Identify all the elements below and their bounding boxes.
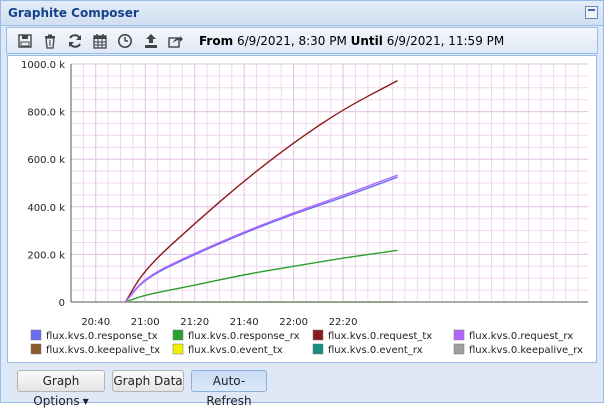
trash-icon[interactable] <box>42 33 58 49</box>
auto-refresh-button[interactable]: Auto-Refresh <box>191 370 267 408</box>
line-chart: 0 200.0 k 400.0 k 600.0 k 800.0 k 1000.0 k 20:… <box>21 60 588 356</box>
from-value[interactable]: 6/9/2021, 8:30 PM <box>237 34 347 48</box>
minimize-icon[interactable] <box>585 6 598 19</box>
window-title: Graphite Composer <box>8 6 139 20</box>
share-icon[interactable] <box>167 33 183 49</box>
calendar-icon[interactable] <box>92 33 108 49</box>
until-value[interactable]: 6/9/2021, 11:59 PM <box>387 34 505 48</box>
save-icon[interactable] <box>17 33 33 49</box>
legend-label: flux.kvs.0.request_tx <box>328 331 432 342</box>
graph-options-button[interactable]: Graph Options ▼ <box>17 370 105 408</box>
x-tick-label: 21:00 <box>131 317 160 328</box>
series-line <box>125 249 398 303</box>
y-tick-label: 200.0 k <box>27 250 65 261</box>
graph-data-button[interactable]: Graph Data <box>112 370 184 392</box>
graph-data-label: Graph Data <box>113 374 183 388</box>
bottom-toolbar: Graph Options ▼ Graph Data Auto-Refresh <box>6 365 598 408</box>
time-range: From 6/9/2021, 8:30 PM Until 6/9/2021, 1… <box>199 34 504 48</box>
y-tick-label: 600.0 k <box>27 155 65 166</box>
series-line <box>124 174 398 303</box>
legend-label: flux.kvs.0.response_tx <box>46 331 158 342</box>
legend-label: flux.kvs.0.keepalive_rx <box>469 345 583 356</box>
x-tick-label: 22:20 <box>329 317 358 328</box>
legend-label: flux.kvs.0.response_rx <box>188 331 300 342</box>
legend-swatch <box>453 343 465 355</box>
clock-icon[interactable] <box>117 33 133 49</box>
legend-swatch <box>30 329 42 341</box>
legend-swatch <box>312 329 324 341</box>
series-line <box>124 176 398 303</box>
y-tick-label: 0 <box>59 298 65 309</box>
legend-label: flux.kvs.0.keepalive_tx <box>46 345 160 356</box>
x-tick-label: 20:40 <box>81 317 110 328</box>
dropdown-caret-icon: ▼ <box>82 396 89 406</box>
legend-swatch <box>172 343 184 355</box>
legend-label: flux.kvs.0.event_rx <box>328 345 423 356</box>
refresh-icon[interactable] <box>67 33 83 49</box>
y-tick-label: 400.0 k <box>27 203 65 214</box>
legend-label: flux.kvs.0.request_rx <box>469 331 573 342</box>
legend-swatch <box>453 329 465 341</box>
toolbar: From 6/9/2021, 8:30 PM Until 6/9/2021, 1… <box>6 27 598 54</box>
x-tick-label: 21:20 <box>180 317 209 328</box>
legend-swatch <box>30 343 42 355</box>
until-label: Until <box>350 34 383 48</box>
legend-label: flux.kvs.0.event_tx <box>188 345 283 356</box>
upload-icon[interactable] <box>143 33 159 49</box>
legend-swatch <box>312 343 324 355</box>
from-label: From <box>199 34 234 48</box>
graphite-composer-window: Graphite Composer From 6/9/2021, 8:30 PM… <box>0 0 604 408</box>
graph-area: 0 200.0 k 400.0 k 600.0 k 800.0 k 1000.0 k 20:… <box>7 55 597 363</box>
legend-swatch <box>172 329 184 341</box>
x-tick-label: 22:00 <box>279 317 308 328</box>
y-tick-label: 1000.0 k <box>21 60 65 71</box>
y-tick-label: 800.0 k <box>27 108 65 119</box>
x-tick-label: 21:40 <box>230 317 259 328</box>
title-bar: Graphite Composer <box>1 1 603 26</box>
